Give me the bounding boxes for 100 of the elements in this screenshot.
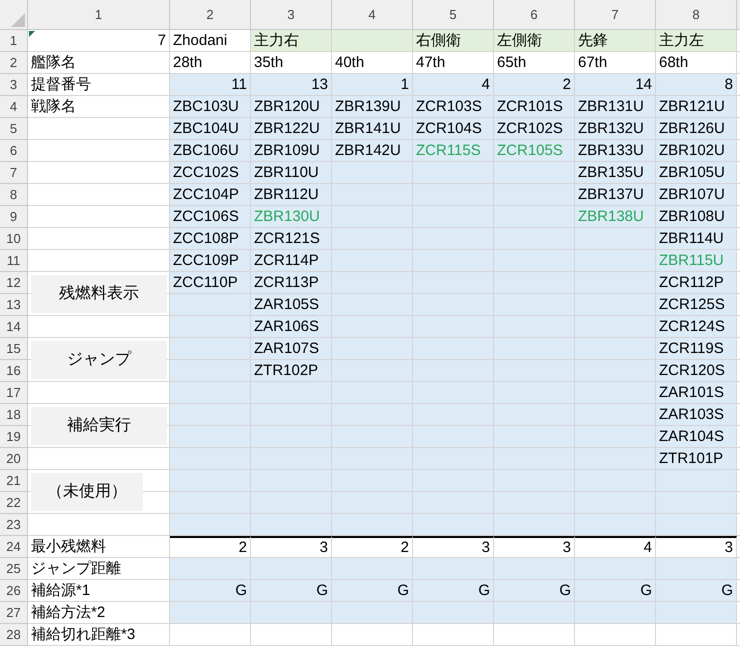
table-cell: ZBC103U [170,96,251,118]
table-cell: 40th [332,52,413,74]
table-cell: 2 [332,536,413,558]
row-header[interactable]: 14 [0,316,28,338]
row-header[interactable]: 22 [0,492,28,514]
row-header[interactable]: 12 [0,272,28,294]
table-cell: ZBR120U [251,96,332,118]
table-cell: ZCR121S [251,228,332,250]
table-cell: 2 [170,536,251,558]
table-cell: ZCR103S [413,96,494,118]
row-header[interactable]: 21 [0,470,28,492]
table-cell: ZCR115S [413,140,494,162]
table-cell: 先鋒 [575,30,656,52]
column-header[interactable]: 1 [28,0,170,30]
table-cell: Zhodani [170,30,251,52]
table-cell: ZBR131U [575,96,656,118]
row-header[interactable]: 9 [0,206,28,228]
macro-button[interactable]: ジャンプ [31,341,167,379]
macro-button[interactable]: 残燃料表示 [31,275,167,313]
table-cell: 3 [251,536,332,558]
row-header[interactable]: 19 [0,426,28,448]
row-header[interactable]: 25 [0,558,28,580]
row-header[interactable]: 20 [0,448,28,470]
row-header[interactable]: 10 [0,228,28,250]
table-cell: ZBR135U [575,162,656,184]
table-cell: ZCR102S [494,118,575,140]
row-header[interactable]: 15 [0,338,28,360]
select-all-icon[interactable] [11,13,25,27]
table-cell: ZBR108U [656,206,737,228]
row-header[interactable]: 18 [0,404,28,426]
table-cell: ZCR120S [656,360,737,382]
row-header[interactable]: 5 [0,118,28,140]
row-header[interactable]: 4 [0,96,28,118]
table-cell: ZCR125S [656,294,737,316]
table-cell: 47th [413,52,494,74]
table-cell: ZCC106S [170,206,251,228]
row-header[interactable]: 3 [0,74,28,96]
table-cell: 4 [413,74,494,96]
table-cell: ZBR137U [575,184,656,206]
table-cell: 最小残燃料 [28,536,170,558]
table-cell: ZBR141U [332,118,413,140]
table-cell: G [251,580,332,602]
row-header[interactable]: 27 [0,602,28,624]
table-cell: ZBR109U [251,140,332,162]
table-cell: 14 [575,74,656,96]
table-cell: ZAR107S [251,338,332,360]
table-cell: 8 [656,74,737,96]
table-cell: G [575,580,656,602]
table-cell: 主力右 [251,30,332,52]
table-cell: G [413,580,494,602]
table-cell: ジャンプ距離 [28,558,170,580]
column-header[interactable]: 4 [332,0,413,30]
row-header[interactable]: 2 [0,52,28,74]
row-header[interactable]: 26 [0,580,28,602]
table-cell: 67th [575,52,656,74]
row-header[interactable]: 23 [0,514,28,536]
table-cell: 11 [170,74,251,96]
table-cell: 4 [575,536,656,558]
table-cell: 補給切れ距離*3 [28,624,170,646]
table-cell: ZCR124S [656,316,737,338]
column-header[interactable]: 7 [575,0,656,30]
row-header[interactable]: 17 [0,382,28,404]
table-cell: G [332,580,413,602]
table-cell: ZBR110U [251,162,332,184]
row-header[interactable]: 11 [0,250,28,272]
table-cell: 主力左 [656,30,737,52]
column-header[interactable]: 3 [251,0,332,30]
table-cell: 補給源*1 [28,580,170,602]
table-cell: ZCR101S [494,96,575,118]
row-header[interactable]: 7 [0,162,28,184]
table-cell: ZBR130U [251,206,332,228]
table-cell: ZBC104U [170,118,251,140]
column-header[interactable]: 2 [170,0,251,30]
table-cell: G [494,580,575,602]
table-cell: 28th [170,52,251,74]
row-header[interactable]: 1 [0,30,28,52]
row-header[interactable]: 8 [0,184,28,206]
row-header[interactable]: 28 [0,624,28,646]
table-cell: ZBR132U [575,118,656,140]
table-cell: ZBR142U [332,140,413,162]
column-header[interactable]: 5 [413,0,494,30]
table-cell: ZTR102P [251,360,332,382]
table-cell: ZCR119S [656,338,737,360]
table-cell: ZBR112U [251,184,332,206]
table-cell: 68th [656,52,737,74]
table-cell: 7 [28,30,170,52]
column-header[interactable]: 8 [656,0,737,30]
table-cell: 2 [494,74,575,96]
table-cell: 3 [656,536,737,558]
row-header[interactable]: 16 [0,360,28,382]
macro-button[interactable]: 補給実行 [31,407,167,445]
corner-triangle-icon [29,31,35,37]
macro-button[interactable]: （未使用） [31,473,143,511]
table-cell: ZBR114U [656,228,737,250]
table-cell: ZBR139U [332,96,413,118]
column-header[interactable]: 6 [494,0,575,30]
row-header[interactable]: 6 [0,140,28,162]
row-header[interactable]: 13 [0,294,28,316]
row-header[interactable]: 24 [0,536,28,558]
table-cell: ZCR113P [251,272,332,294]
